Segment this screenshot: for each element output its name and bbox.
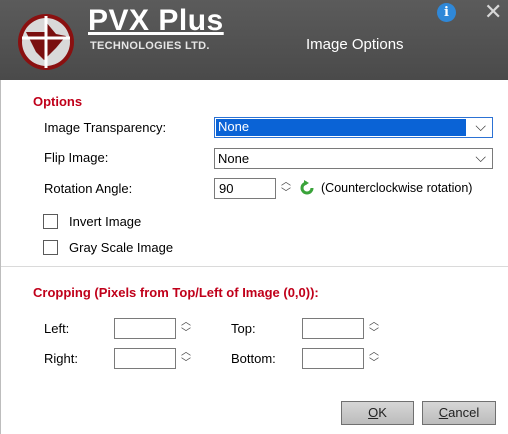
rotation-value: 90 xyxy=(219,181,234,196)
rotation-note: (Counterclockwise rotation) xyxy=(321,181,473,195)
crop-right-stepper[interactable]: ︿ ﹀ xyxy=(181,347,191,371)
transparency-label: Image Transparency: xyxy=(44,120,167,135)
options-section-title: Options xyxy=(33,94,83,109)
chevron-down-icon: ⌵ xyxy=(475,149,486,165)
crop-left-stepper[interactable]: ︿ ﹀ xyxy=(181,317,191,341)
close-icon[interactable]: ✕ xyxy=(484,0,502,24)
rotation-input[interactable]: 90 xyxy=(214,178,276,199)
brand-subtitle: TECHNOLOGIES LTD. xyxy=(90,40,210,52)
crop-top-stepper[interactable]: ︿ ﹀ xyxy=(369,317,379,341)
info-icon[interactable]: i xyxy=(437,3,456,22)
grayscale-label: Gray Scale Image xyxy=(69,240,174,255)
rotate-ccw-icon[interactable] xyxy=(298,179,316,197)
crop-bottom-label: Bottom: xyxy=(231,351,276,366)
rotation-stepper[interactable]: ︿ ﹀ xyxy=(281,177,291,201)
invert-image-checkbox[interactable] xyxy=(43,214,58,229)
invert-image-label: Invert Image xyxy=(69,214,142,229)
window-left-border xyxy=(0,80,1,434)
cancel-label-rest: ancel xyxy=(448,405,480,420)
flip-label: Flip Image: xyxy=(44,150,109,165)
window-title: Image Options xyxy=(306,36,404,53)
ok-label-rest: K xyxy=(378,405,387,420)
crop-left-input[interactable] xyxy=(114,318,176,339)
transparency-select[interactable]: None ⌵ xyxy=(214,117,493,138)
transparency-value: None xyxy=(216,119,466,136)
crop-top-input[interactable] xyxy=(302,318,364,339)
ok-button[interactable]: OK xyxy=(341,401,414,425)
crop-right-input[interactable] xyxy=(114,348,176,369)
crop-left-label: Left: xyxy=(44,321,70,336)
ok-accelerator: O xyxy=(368,405,379,420)
rotation-label: Rotation Angle: xyxy=(44,181,133,196)
cropping-section-title: Cropping (Pixels from Top/Left of Image … xyxy=(33,285,319,300)
crop-bottom-stepper[interactable]: ︿ ﹀ xyxy=(369,347,379,371)
flip-value: None xyxy=(218,151,250,166)
cancel-button[interactable]: Cancel xyxy=(422,401,496,425)
chevron-down-icon: ⌵ xyxy=(475,118,486,134)
crop-bottom-input[interactable] xyxy=(302,348,364,369)
cancel-accelerator: C xyxy=(438,405,449,420)
pvx-logo-icon xyxy=(18,14,74,70)
brand-name: PVX Plus xyxy=(88,4,224,37)
title-bar xyxy=(0,0,508,80)
crop-right-label: Right: xyxy=(44,351,78,366)
grayscale-checkbox[interactable] xyxy=(43,240,58,255)
section-divider xyxy=(1,266,508,267)
crop-top-label: Top: xyxy=(231,321,256,336)
flip-select[interactable]: None ⌵ xyxy=(214,148,493,169)
